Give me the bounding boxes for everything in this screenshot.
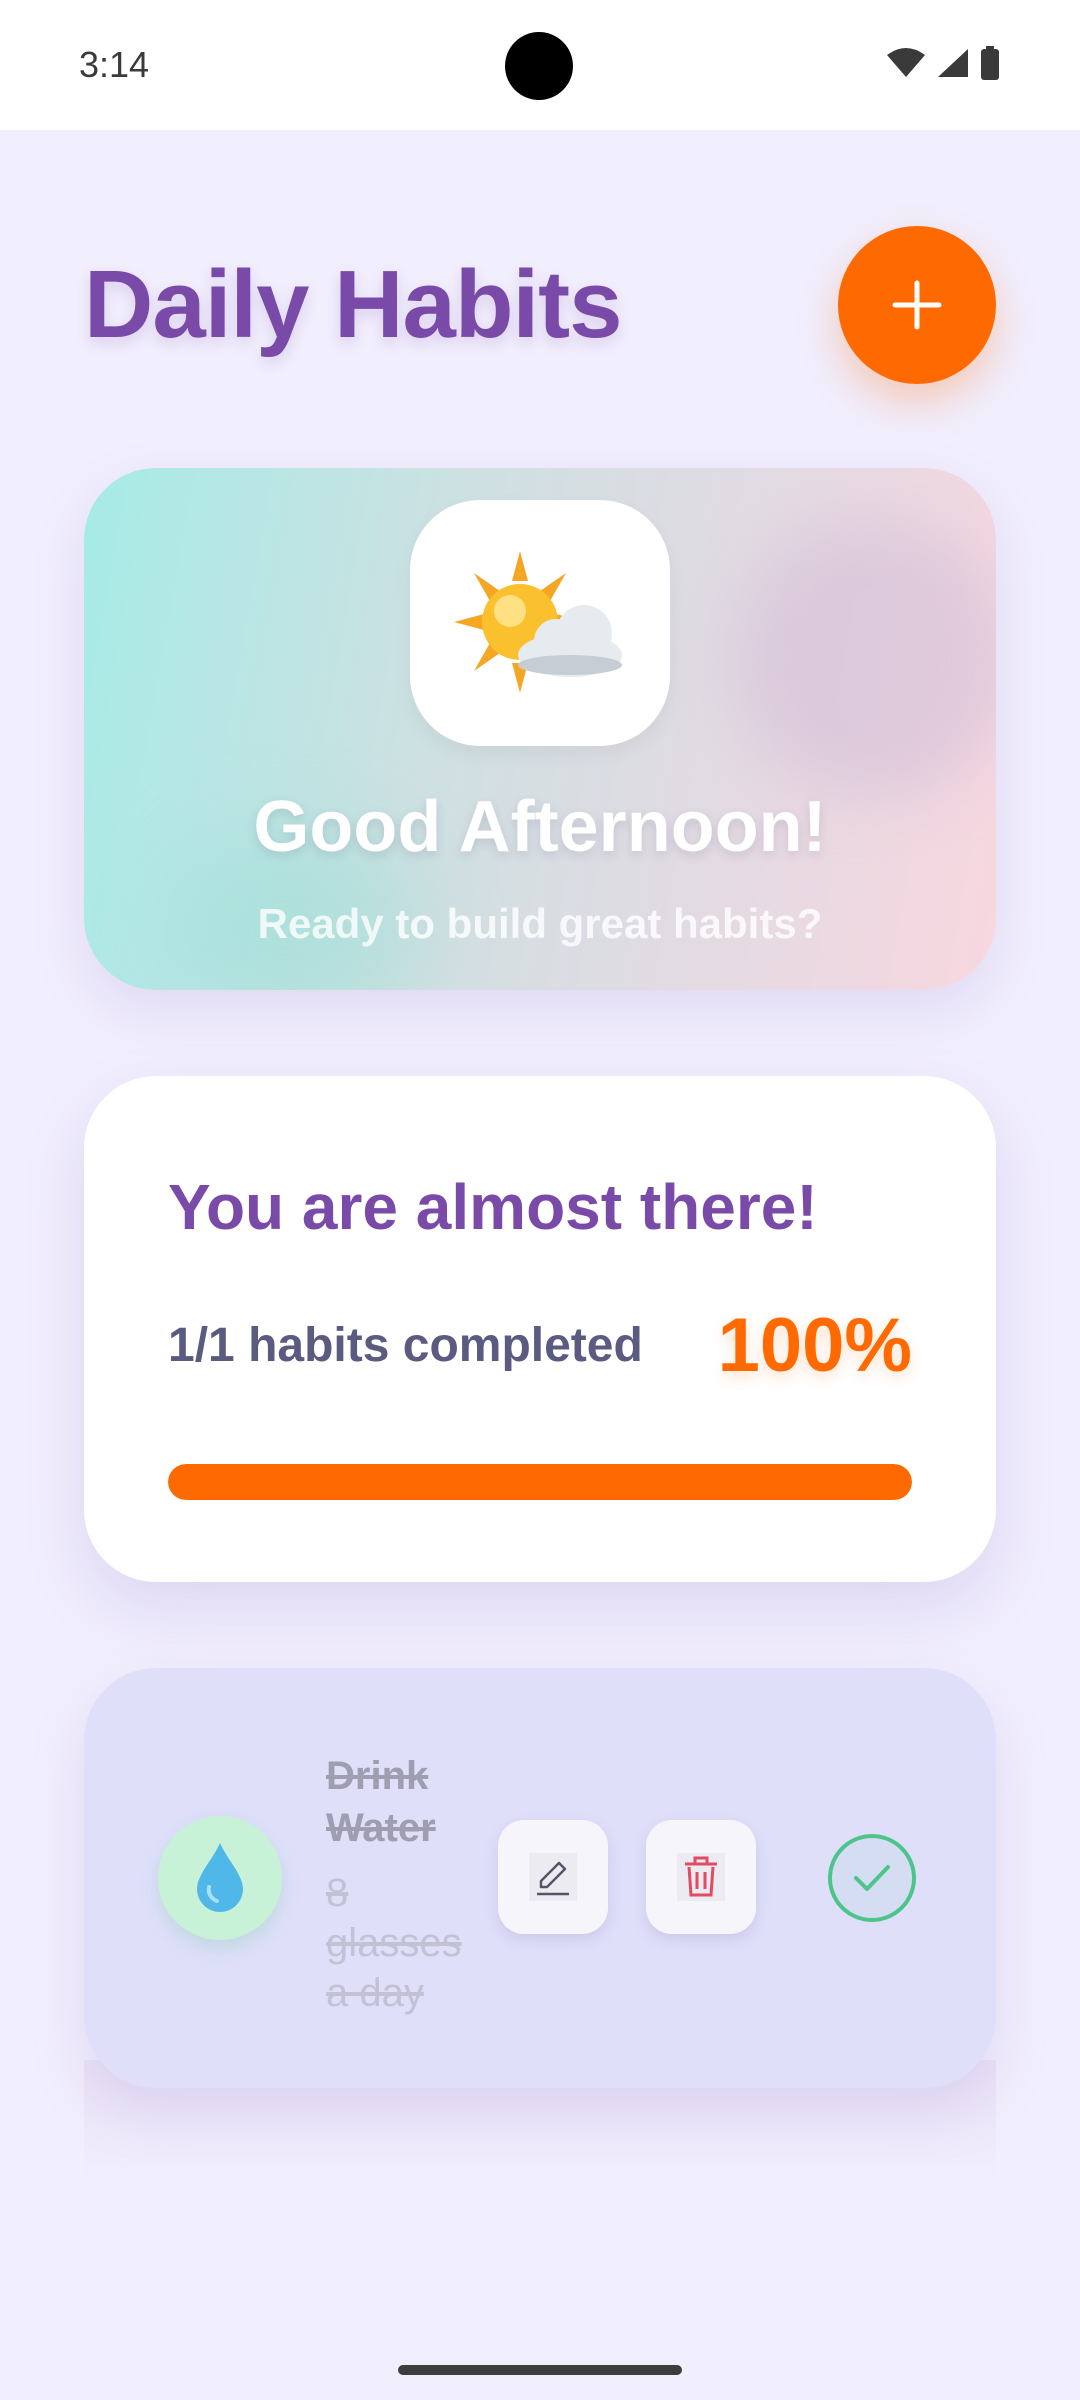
add-habit-button[interactable] xyxy=(838,226,996,384)
progress-percent: 100% xyxy=(717,1303,912,1388)
greeting-title: Good Afternoon! xyxy=(253,787,827,867)
status-time: 3:14 xyxy=(79,44,150,85)
habit-name: Drink Water xyxy=(326,1754,436,1850)
decorative-blob xyxy=(734,518,996,798)
status-icons xyxy=(886,46,1000,80)
delete-habit-button[interactable] xyxy=(646,1820,756,1934)
water-drop-icon xyxy=(197,1843,243,1912)
progress-title: You are almost there! xyxy=(168,1171,818,1243)
complete-habit-toggle[interactable] xyxy=(828,1834,916,1922)
plus-icon xyxy=(892,280,942,330)
status-bar: 3:14 xyxy=(0,0,1080,130)
edit-habit-button[interactable] xyxy=(498,1820,608,1934)
habits-completed-count: 1/1 habits completed xyxy=(168,1319,643,1372)
wifi-icon xyxy=(887,48,925,77)
habit-icon-badge xyxy=(158,1816,282,1940)
progress-bar xyxy=(168,1464,912,1500)
weather-icon-container xyxy=(410,500,670,746)
greeting-card: Good Afternoon! Ready to build great hab… xyxy=(84,468,996,990)
habit-card[interactable]: Drink Water 8 glasses a day xyxy=(84,1668,996,2088)
front-camera xyxy=(505,32,573,100)
pencil-icon xyxy=(529,1853,577,1901)
signal-icon xyxy=(938,49,968,77)
sun-behind-cloud-icon xyxy=(454,551,622,693)
home-indicator[interactable] xyxy=(398,2365,682,2375)
page-title: Daily Habits xyxy=(84,251,623,358)
greeting-subtitle: Ready to build great habits? xyxy=(257,900,823,947)
habit-description: 8 glasses a day xyxy=(326,1871,462,2015)
checkmark-icon xyxy=(854,1865,890,1891)
progress-bar-fill xyxy=(168,1464,912,1500)
progress-card: You are almost there! 1/1 habits complet… xyxy=(84,1076,996,1582)
trash-icon xyxy=(677,1853,725,1901)
battery-icon xyxy=(981,46,999,80)
